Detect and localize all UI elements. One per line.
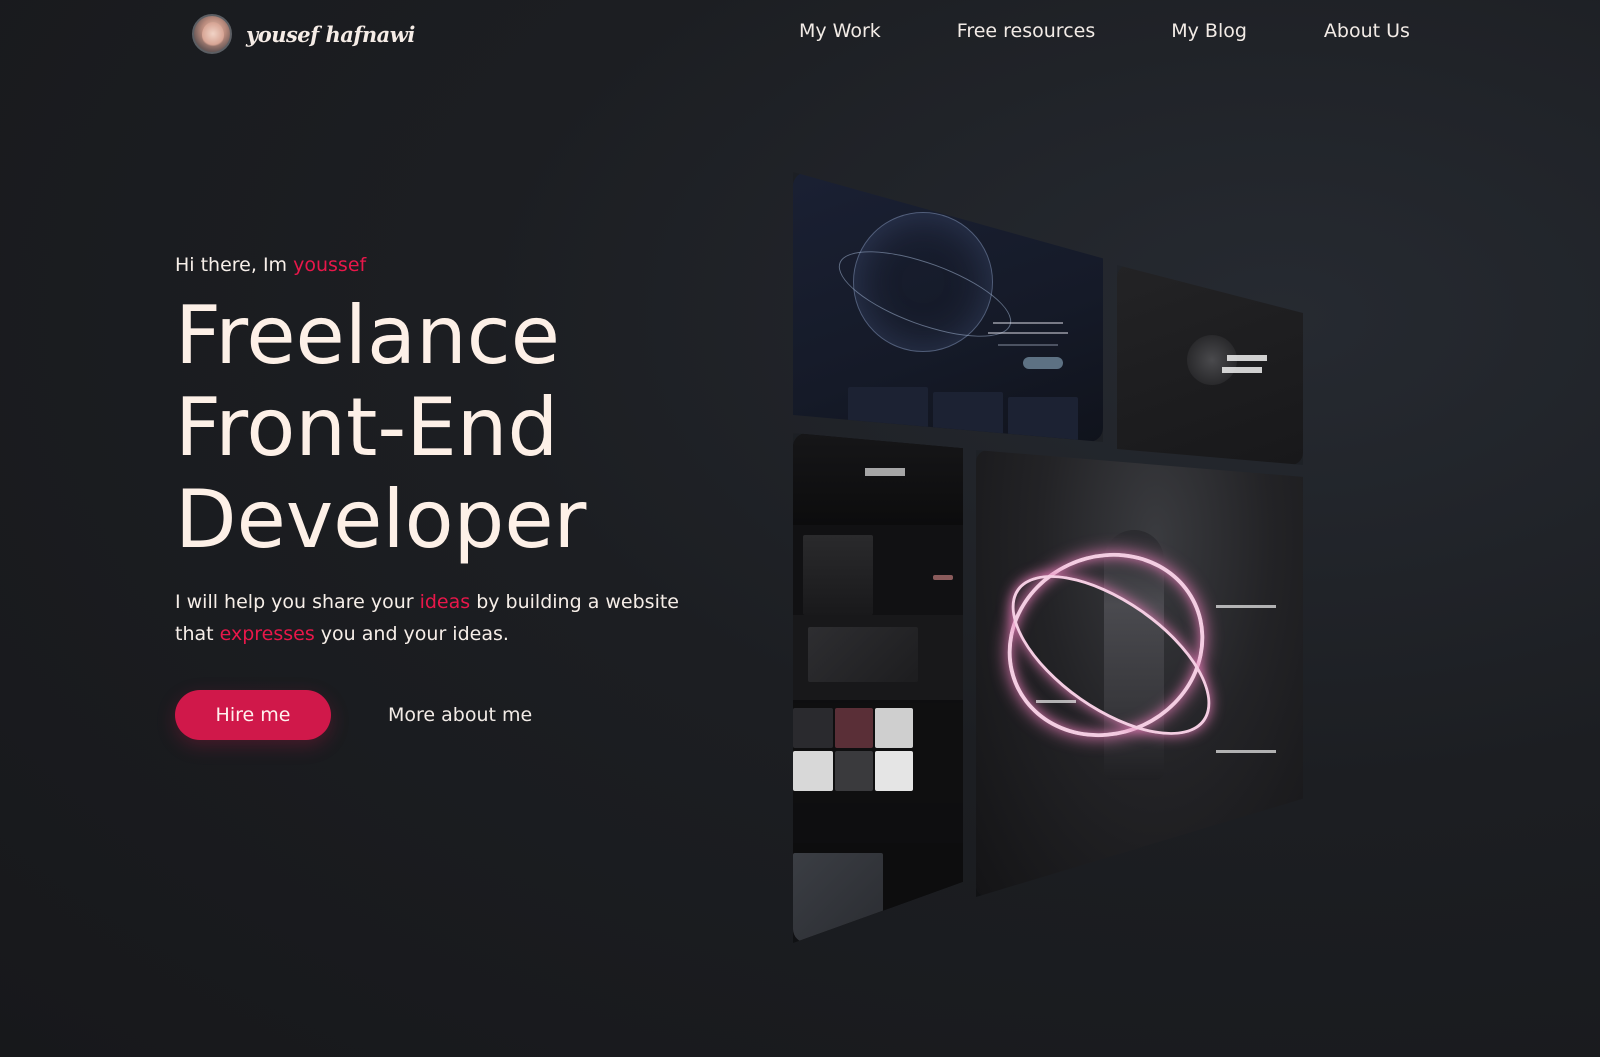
title-line-3: Developer	[175, 473, 587, 566]
gallery-tile	[793, 708, 833, 748]
gallery-tile	[835, 708, 873, 748]
main-nav: My Work Free resources My Blog About Us	[799, 20, 1410, 42]
preview-heading	[1227, 355, 1267, 361]
portfolio-showcase	[780, 165, 1320, 965]
preview-tile	[933, 392, 1003, 442]
hero-description: I will help you share your ideas by buil…	[175, 586, 715, 650]
avatar	[192, 14, 232, 54]
gallery-tile	[875, 708, 913, 748]
preview-button	[933, 575, 953, 580]
preview-text-line	[988, 332, 1068, 334]
preview-text-line	[1216, 605, 1276, 608]
space-landing-preview[interactable]	[976, 450, 1303, 897]
desc-part-3: you and your ideas.	[314, 623, 509, 645]
preview-button	[1023, 357, 1063, 369]
hire-me-button[interactable]: Hire me	[175, 690, 331, 740]
more-about-me-link[interactable]: More about me	[388, 704, 532, 726]
gallery-tile	[875, 751, 913, 791]
globe-graphic	[853, 212, 993, 352]
preview-text-line	[1036, 700, 1076, 703]
hero-section: Hi there, Im youssef Freelance Front-End…	[175, 254, 735, 740]
preview-photo	[803, 535, 873, 615]
greeting-prefix: Hi there, Im	[175, 254, 294, 276]
phone-section	[793, 525, 963, 615]
nav-free-resources[interactable]: Free resources	[957, 20, 1095, 42]
title-line-1: Freelance	[175, 289, 560, 382]
desc-part-1: I will help you share your	[175, 591, 420, 613]
preview-photo	[808, 627, 918, 682]
design-studio-preview[interactable]	[1117, 265, 1303, 465]
preview-text-line	[993, 322, 1063, 324]
site-header: yousef hafnawi My Work Free resources My…	[0, 0, 1600, 70]
nav-about-us[interactable]: About Us	[1324, 20, 1410, 42]
mobile-portfolio-preview[interactable]	[793, 433, 963, 943]
preview-tile	[848, 387, 928, 437]
desc-accent-ideas: ideas	[419, 591, 471, 613]
preview-tile	[1008, 397, 1078, 442]
gallery-tile	[793, 751, 833, 791]
phone-hero	[793, 433, 963, 525]
preview-heading	[865, 468, 905, 476]
phone-section	[793, 615, 963, 700]
desc-accent-expresses: expresses	[219, 623, 315, 645]
brand-name: yousef hafnawi	[246, 21, 415, 47]
phone-gallery	[793, 703, 963, 803]
phone-map	[793, 843, 963, 943]
title-line-2: Front-End	[175, 381, 559, 474]
brand-logo[interactable]: yousef hafnawi	[192, 14, 415, 54]
hero-title: Freelance Front-End Developer	[175, 290, 735, 566]
preview-text-line	[998, 344, 1058, 346]
nav-my-work[interactable]: My Work	[799, 20, 881, 42]
map-preview	[793, 853, 883, 943]
preview-heading	[1222, 367, 1262, 373]
preview-text-line	[1216, 750, 1276, 753]
nav-my-blog[interactable]: My Blog	[1171, 20, 1247, 42]
ai-site-preview[interactable]	[793, 172, 1103, 442]
greeting-name: youssef	[293, 254, 367, 276]
hero-greeting: Hi there, Im youssef	[175, 254, 735, 282]
hero-actions: Hire me More about me	[175, 690, 532, 740]
gallery-tile	[835, 751, 873, 791]
